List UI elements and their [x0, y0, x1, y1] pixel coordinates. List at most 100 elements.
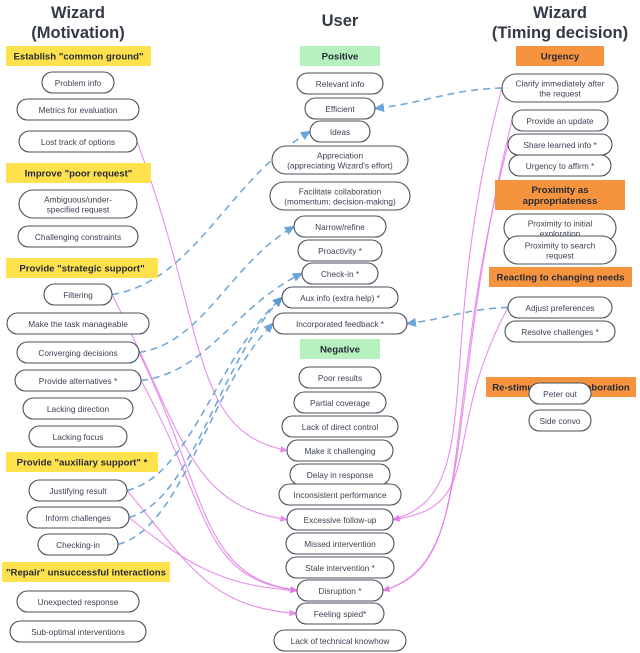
concept-node[interactable]: Lost track of options: [18, 130, 138, 153]
concept-node[interactable]: Resolve challenges *: [504, 320, 616, 343]
concept-node[interactable]: Ambiguous/under-specified request: [18, 189, 138, 219]
concept-node-label: Ambiguous/under-specified request: [44, 194, 112, 214]
link-pink: [136, 141, 289, 453]
concept-node[interactable]: Efficient: [304, 97, 376, 120]
group-header-label: Negative: [320, 345, 360, 356]
concept-node[interactable]: Inconsistent performance: [278, 483, 402, 506]
concept-node[interactable]: Checking-in: [37, 533, 119, 556]
concept-node[interactable]: Narrow/refine: [293, 215, 387, 238]
concept-node[interactable]: Provide alternatives *: [14, 369, 142, 392]
concept-node[interactable]: Challenging constraints: [17, 225, 139, 248]
link-pink: [391, 87, 503, 521]
concept-node[interactable]: Filtering: [43, 283, 113, 306]
concept-node-label: Urgency to affirm *: [526, 161, 595, 171]
concept-node-label: Partial coverage: [310, 398, 370, 408]
concept-node[interactable]: Clarify immediately after the request: [501, 73, 619, 103]
concept-node-label: Disruption *: [319, 586, 363, 596]
concept-node[interactable]: Adjust preferences: [507, 296, 613, 319]
concept-node-label: Share learned info *: [523, 140, 597, 150]
group-header-wizard-motivation-1: Improve "poor request": [6, 163, 151, 183]
concept-node[interactable]: Make the task manageable: [6, 312, 150, 335]
concept-node[interactable]: Make it challenging: [286, 439, 394, 462]
concept-node[interactable]: Appreciation (appreciating Wizard's effor…: [271, 145, 409, 175]
concept-node[interactable]: Lack of technical knowhow: [273, 629, 407, 652]
concept-node[interactable]: Ideas: [309, 120, 371, 143]
nodes-layer: Establish "common ground" Problem info Met…: [2, 46, 636, 652]
concept-node-label: Missed intervention: [304, 539, 376, 549]
concept-node-label: Incorporated feedback *: [296, 319, 385, 329]
concept-node[interactable]: Proximity to search request: [503, 235, 617, 265]
concept-node[interactable]: Lacking focus: [28, 425, 128, 448]
concept-node-label: Lacking direction: [47, 404, 110, 414]
concept-node[interactable]: Inform challenges: [26, 506, 130, 529]
link-pink: [126, 490, 298, 617]
concept-node-label: Lost track of options: [41, 137, 115, 147]
column-title-line: Wizard: [51, 4, 105, 22]
concept-node[interactable]: Sub-optimal interventions: [9, 620, 147, 643]
group-header-label: Positive: [322, 52, 359, 63]
diagram-canvas: Establish "common ground" Problem info Met…: [0, 0, 640, 653]
group-header-wizard-motivation-3: Provide "auxiliary support" *: [6, 452, 158, 472]
link-pink: [138, 352, 299, 593]
concept-node[interactable]: Lack of direct control: [281, 415, 399, 438]
concept-node[interactable]: Stale intervention *: [285, 556, 395, 579]
concept-node[interactable]: Problem info: [41, 71, 115, 94]
column-title-line: (Timing decision): [492, 24, 628, 42]
link-blue: [128, 296, 284, 519]
group-header-label: Proximity as appropriateness: [523, 185, 598, 207]
concept-node[interactable]: Share learned info *: [507, 133, 613, 156]
concept-node[interactable]: Provide an update: [511, 109, 609, 132]
concept-node-label: Adjust preferences: [525, 303, 594, 313]
concept-node-label: Lack of direct control: [302, 422, 379, 432]
concept-node-label: Facilitate collaboration (momentum; decis…: [284, 186, 396, 206]
concept-node[interactable]: Incorporated feedback *: [272, 312, 408, 335]
concept-node-label: Converging decisions: [38, 348, 117, 358]
concept-node-label: Excessive follow-up: [304, 515, 377, 525]
concept-node-label: Ideas: [330, 127, 350, 137]
concept-node-label: Problem info: [55, 78, 102, 88]
concept-node-label: Filtering: [63, 290, 93, 300]
link-pink: [391, 307, 509, 522]
diagram-svg: Establish "common ground" Problem info Met…: [2, 4, 636, 652]
group-header-user-0: Positive: [300, 46, 380, 66]
group-header-wizard-timing-0: Urgency: [516, 46, 604, 66]
concept-node[interactable]: Facilitate collaboration (momentum; decis…: [269, 181, 411, 211]
concept-node-label: Relevant info: [316, 79, 365, 89]
column-title-line: Wizard: [533, 4, 587, 22]
concept-node-label: Checking-in: [56, 540, 100, 550]
concept-node-label: Efficient: [325, 104, 355, 114]
group-header-label: Provide "strategic support": [19, 264, 144, 275]
concept-node-label: Make it challenging: [304, 446, 375, 456]
concept-node[interactable]: Unexpected response: [16, 590, 140, 613]
concept-node[interactable]: Partial coverage: [293, 391, 387, 414]
concept-node[interactable]: Disruption *: [296, 579, 384, 602]
group-header-wizard-motivation-0: Establish "common ground": [6, 46, 151, 66]
concept-node-label: Inconsistent performance: [293, 490, 387, 500]
concept-node[interactable]: Urgency to affirm *: [508, 154, 612, 177]
concept-node[interactable]: Poor results: [298, 366, 382, 389]
concept-node[interactable]: Lacking direction: [22, 397, 134, 420]
concept-node[interactable]: Justifying result: [28, 479, 128, 502]
concept-node-label: Unexpected response: [38, 597, 119, 607]
concept-node[interactable]: Excessive follow-up: [286, 508, 394, 531]
concept-node[interactable]: Converging decisions: [16, 341, 140, 364]
concept-node[interactable]: Feeling spied*: [295, 602, 385, 625]
link-blue: [138, 225, 296, 354]
concept-node-label: Challenging constraints: [35, 232, 121, 242]
concept-node[interactable]: Missed intervention: [285, 532, 395, 555]
concept-node[interactable]: Aux info (extra help) *: [281, 286, 399, 309]
concept-node-label: Inform challenges: [45, 513, 111, 523]
concept-node[interactable]: Check-in *: [301, 262, 379, 285]
concept-node[interactable]: Peter out: [528, 382, 592, 405]
group-header-wizard-motivation-2: Provide "strategic support": [6, 258, 158, 278]
concept-node[interactable]: Side convo: [528, 409, 592, 432]
concept-node[interactable]: Metrics for evaluation: [16, 98, 140, 121]
concept-node-label: Delay in response: [307, 470, 374, 480]
concept-node[interactable]: Delay in response: [289, 463, 391, 486]
column-titles-layer: Wizard (Motivation) User Wizard (Timing deci…: [31, 4, 628, 42]
concept-node[interactable]: Proactivity *: [297, 239, 383, 262]
concept-node-label: Narrow/refine: [315, 222, 365, 232]
group-header-label: Reacting to changing needs: [497, 273, 625, 284]
concept-node[interactable]: Relevant info: [296, 72, 384, 95]
link-blue: [373, 87, 503, 112]
